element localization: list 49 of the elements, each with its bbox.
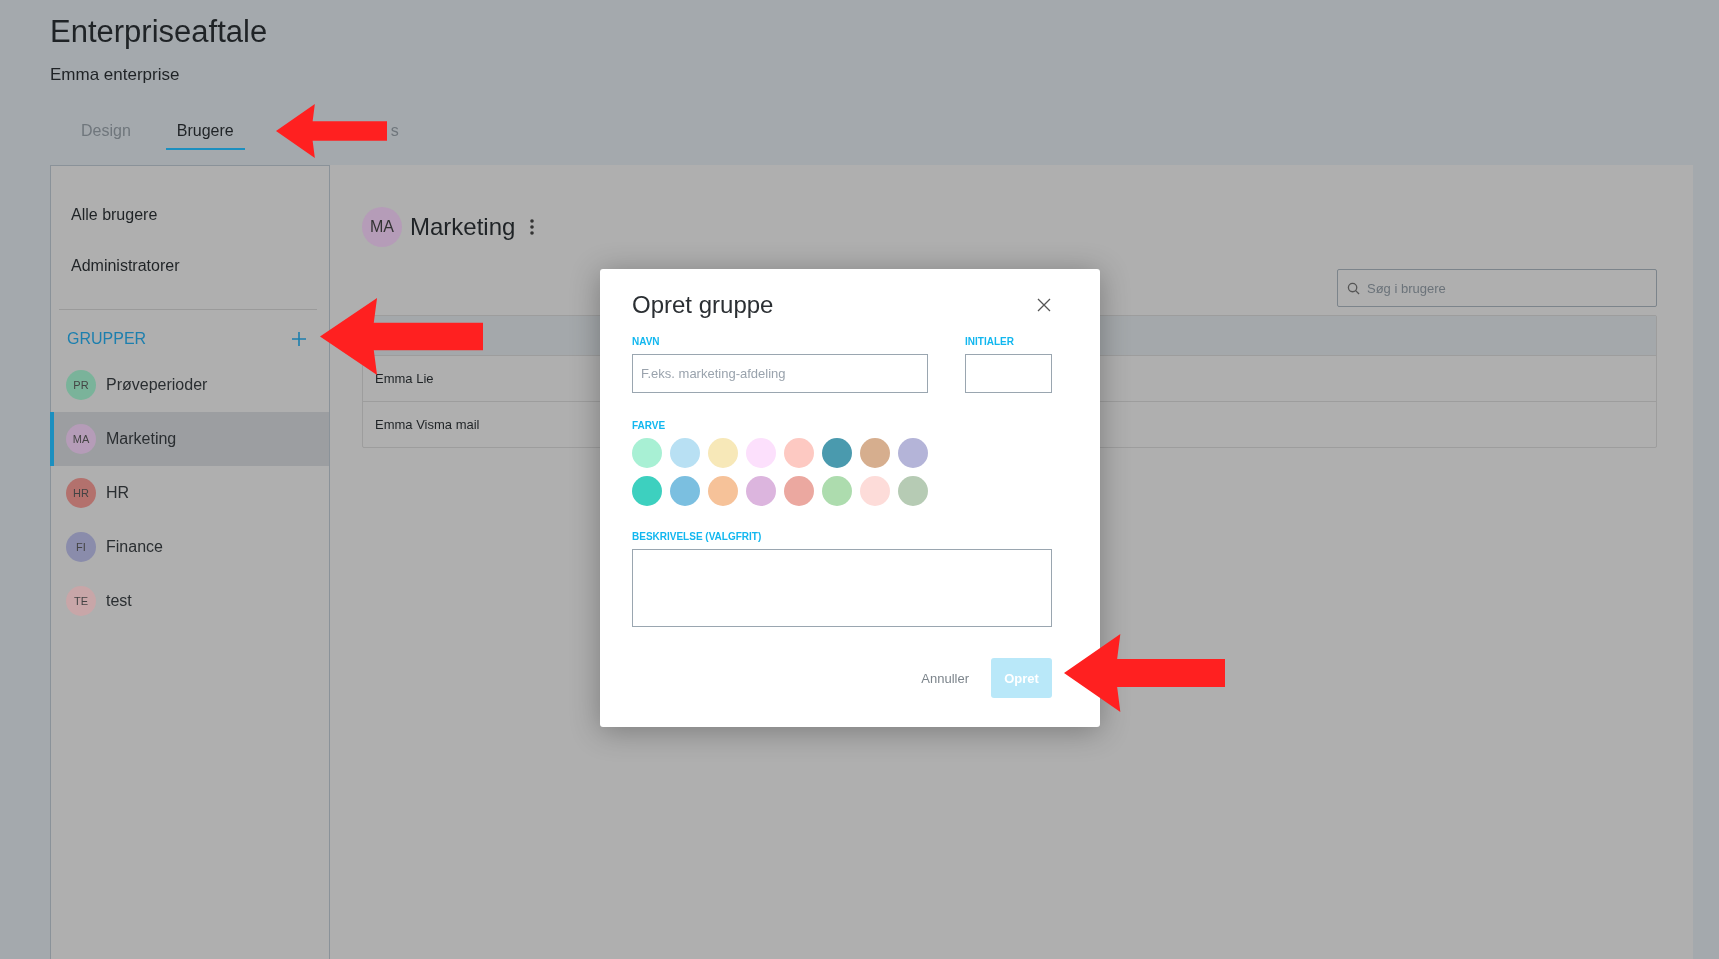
group-title: Marketing	[410, 213, 516, 241]
color-swatch[interactable]	[746, 438, 776, 468]
group-item[interactable]: TE test	[50, 574, 329, 628]
field-label: FARVE	[632, 420, 666, 431]
color-swatch[interactable]	[822, 476, 852, 506]
color-swatch[interactable]	[708, 438, 738, 468]
color-swatch[interactable]	[860, 476, 890, 506]
groups-heading: GRUPPER	[67, 330, 147, 348]
group-avatar: HR	[66, 478, 96, 508]
group-item[interactable]: HR HR	[50, 466, 329, 520]
group-item[interactable]: MA Marketing	[50, 412, 329, 466]
color-swatch[interactable]	[784, 476, 814, 506]
close-icon[interactable]	[1036, 297, 1052, 313]
group-avatar: FI	[66, 532, 96, 562]
field-label: INITIALER	[965, 336, 1014, 347]
tab[interactable]: Brugere	[165, 118, 245, 150]
sidebar-item[interactable]: Alle brugere	[51, 189, 329, 240]
initials-field[interactable]	[965, 354, 1052, 393]
color-swatch[interactable]	[746, 476, 776, 506]
table-cell-text: Emma Visma mail	[374, 417, 480, 432]
color-swatch[interactable]	[784, 438, 814, 468]
field-label: NAVN	[632, 336, 660, 347]
color-swatch[interactable]	[670, 438, 700, 468]
color-swatch[interactable]	[898, 438, 928, 468]
dialog-title: Opret gruppe	[632, 291, 774, 319]
field-label: BESKRIVELSE (VALGFRIT)	[632, 531, 762, 542]
add-icon[interactable]	[291, 331, 307, 347]
group-item[interactable]: PR Prøveperioder	[50, 358, 329, 412]
color-swatch[interactable]	[860, 438, 890, 468]
group-avatar: PR	[66, 370, 96, 400]
more-icon[interactable]	[529, 218, 536, 236]
search-icon	[1347, 282, 1360, 295]
sidebar-item[interactable]: Administratorer	[51, 240, 329, 291]
group-avatar: MA	[66, 424, 96, 454]
group-item[interactable]: FI Finance	[50, 520, 329, 574]
table-cell-text: Emma Lie	[374, 371, 434, 386]
page-subtitle: Emma enterprise	[50, 65, 180, 85]
description-field[interactable]	[632, 549, 1052, 627]
color-swatch[interactable]	[632, 476, 662, 506]
color-swatch[interactable]	[670, 476, 700, 506]
cancel-button[interactable]: Annuller	[915, 669, 975, 687]
group-avatar: TE	[66, 586, 96, 616]
name-field[interactable]: F.eks. marketing-afdeling	[632, 354, 928, 393]
color-swatch[interactable]	[632, 438, 662, 468]
color-swatch[interactable]	[822, 438, 852, 468]
page-title: Enterpriseaftale	[50, 14, 268, 50]
color-swatch[interactable]	[898, 476, 928, 506]
color-swatch[interactable]	[708, 476, 738, 506]
group-avatar: MA	[362, 207, 402, 247]
